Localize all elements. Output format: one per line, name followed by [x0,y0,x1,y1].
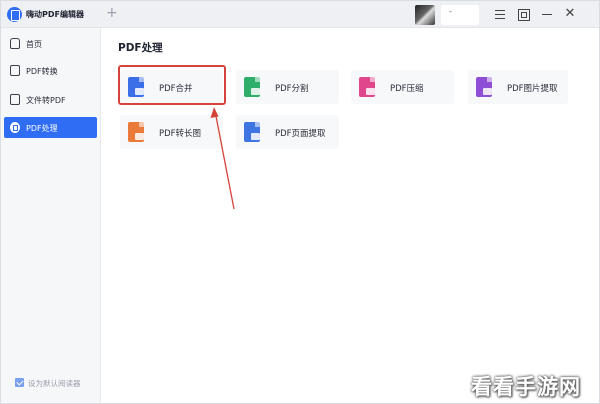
arrow-head [210,107,219,118]
app-window: 嗨动PDF编辑器 + - ✕ 首页 PDF转换 文件转PDF PDF处理 设为默… [0,0,600,404]
pointer-arrow-icon [210,107,235,210]
watermark: 看看手游网 [471,375,581,399]
arrow-shaft [214,110,235,210]
